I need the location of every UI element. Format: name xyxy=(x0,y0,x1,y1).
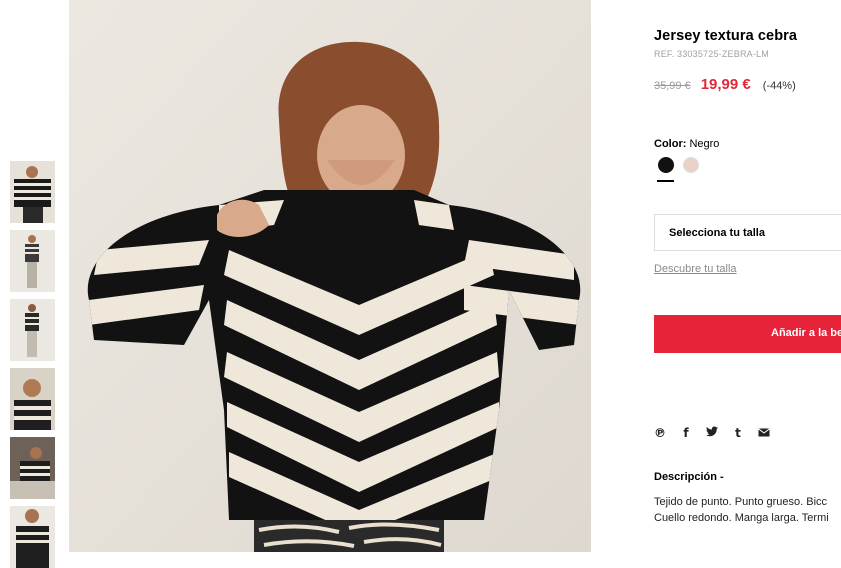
thumbnail-gallery xyxy=(10,161,55,568)
add-to-bag-label: Añadir a la be xyxy=(771,327,841,339)
price-row: 35,99 € 19,99 € (-44%) xyxy=(654,76,796,93)
description-text: Tejido de punto. Punto grueso. Bicc Cuel… xyxy=(654,494,829,526)
main-product-image[interactable] xyxy=(69,0,591,552)
color-swatch-beige[interactable] xyxy=(683,157,699,173)
add-to-bag-button[interactable]: Añadir a la be xyxy=(654,315,841,353)
color-label-key: Color: xyxy=(654,138,687,150)
description-title[interactable]: Descripción - xyxy=(654,471,724,483)
thumbnail-5[interactable] xyxy=(10,437,55,499)
product-info: Jersey textura cebra REF. 33035725-ZEBRA… xyxy=(654,0,841,552)
size-select-label: Selecciona tu talla xyxy=(669,227,765,239)
sale-price: 19,99 € xyxy=(700,76,751,93)
twitter-icon[interactable] xyxy=(706,426,718,440)
pinterest-icon[interactable]: ℗ xyxy=(654,426,666,440)
color-swatch-black[interactable] xyxy=(658,157,674,173)
description-line-1: Tejido de punto. Punto grueso. Bicc xyxy=(654,496,828,508)
thumbnail-2[interactable] xyxy=(10,230,55,292)
tumblr-icon[interactable]: t xyxy=(732,426,744,440)
thumbnail-6[interactable] xyxy=(10,506,55,568)
size-guide-link[interactable]: Descubre tu talla xyxy=(654,263,737,275)
email-icon[interactable] xyxy=(758,426,770,440)
thumbnail-3[interactable] xyxy=(10,299,55,361)
selected-swatch-indicator xyxy=(657,180,674,182)
color-value: Negro xyxy=(689,138,720,150)
product-ref: REF. 33035725-ZEBRA-LM xyxy=(654,49,769,59)
original-price: 35,99 € xyxy=(654,80,691,92)
size-select[interactable]: Selecciona tu talla xyxy=(654,214,841,251)
thumbnail-4[interactable] xyxy=(10,368,55,430)
product-title: Jersey textura cebra xyxy=(654,28,798,44)
share-icons: ℗ f t xyxy=(654,426,770,440)
discount-label: (-44%) xyxy=(762,80,796,92)
thumbnail-1[interactable] xyxy=(10,161,55,223)
facebook-icon[interactable]: f xyxy=(680,426,692,440)
color-label: Color: Negro xyxy=(654,138,719,150)
description-line-2: Cuello redondo. Manga larga. Termi xyxy=(654,512,829,524)
